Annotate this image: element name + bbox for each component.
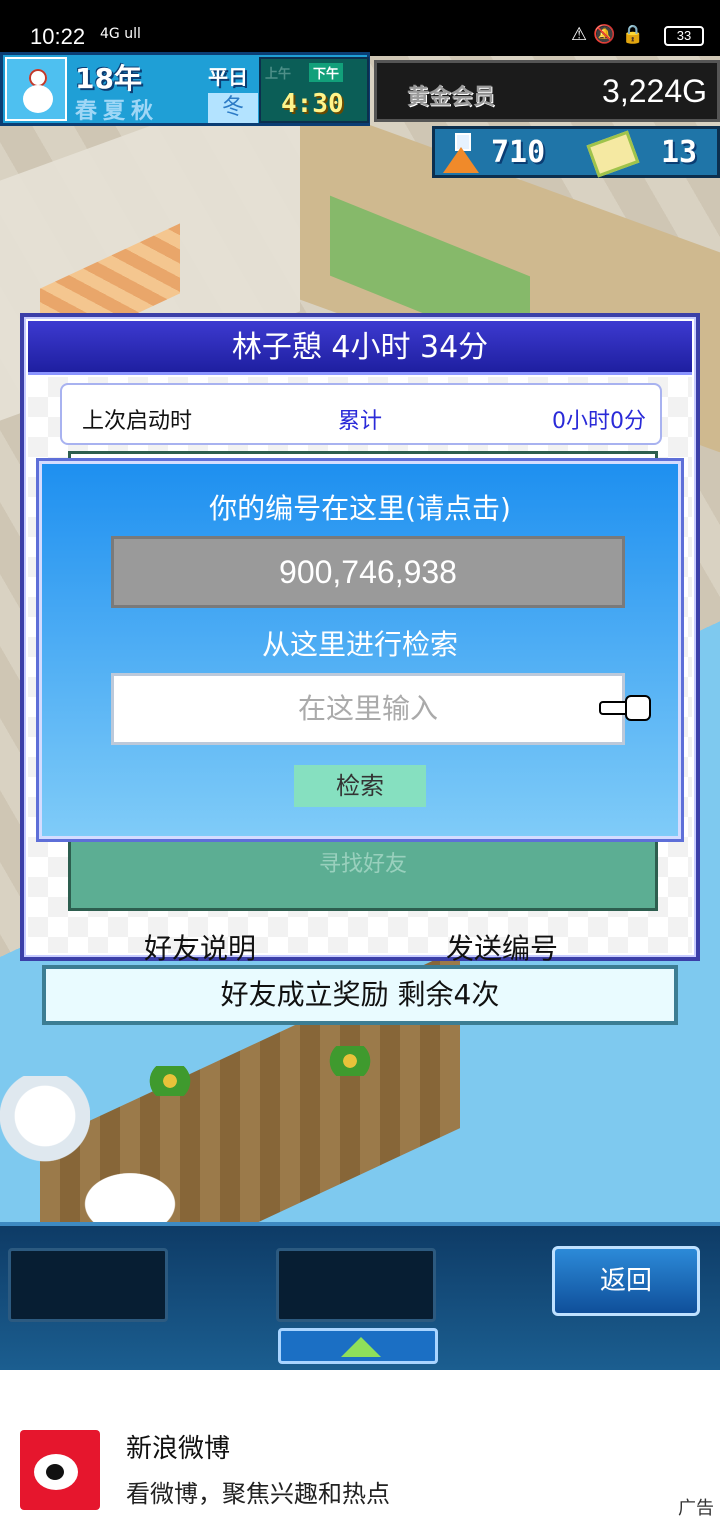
last-launch-label: 上次启动时 [82, 409, 193, 434]
avatar [5, 57, 67, 121]
send-code-button[interactable]: 发送编号 [446, 927, 558, 967]
season-track: 春夏秋 [75, 99, 160, 124]
find-friend-label: 寻找好友 [318, 852, 407, 877]
arrow-up-icon [341, 1337, 381, 1357]
toolbar-slot[interactable] [276, 1248, 436, 1322]
status-bar: 10:22 4G ull ⚠🔕🔒 33 [0, 0, 720, 56]
expand-menu-button[interactable] [278, 1328, 438, 1364]
weekday-label: 平日 [208, 65, 248, 89]
ticket-icon [586, 130, 640, 178]
flower-bed-icon [320, 1046, 380, 1076]
pointing-hand-icon [599, 693, 651, 721]
ad-tag: 广告 [678, 1498, 714, 1519]
clock-time: 4:30 [281, 89, 344, 119]
clock: 上午 下午 4:30 [259, 57, 369, 123]
ad-banner[interactable]: 新浪微博 看微博，聚焦兴趣和热点 广告 [0, 1370, 720, 1520]
snowman-icon [21, 69, 55, 113]
date-panel[interactable]: 18年 平日 春夏秋 冬 上午 下午 4:30 [0, 52, 370, 126]
bottom-toolbar: 返回 [0, 1222, 720, 1370]
ad-title: 新浪微博 [126, 1434, 231, 1464]
gold-amount: 3,224G [602, 73, 707, 109]
money-panel[interactable]: 黄金会员 3,224G [374, 60, 720, 122]
weibo-logo-icon [20, 1430, 100, 1510]
total-label: 累计 [338, 409, 383, 434]
panel-title: 林子憩 4小时 34分 [28, 321, 692, 375]
search-button[interactable]: 检索 [294, 765, 426, 807]
membership-rank: 黄金会员 [407, 85, 496, 110]
ticket-count: 13 [661, 135, 698, 170]
search-input[interactable]: 在这里输入 [111, 673, 625, 745]
status-time: 10:22 [30, 24, 86, 49]
search-title: 从这里进行检索 [261, 628, 458, 661]
resource-panel[interactable]: 710 13 [432, 126, 720, 178]
toolbar-slot[interactable] [8, 1248, 168, 1322]
flask-icon [441, 133, 481, 175]
friend-reward-bar: 好友成立奖励 剩余4次 [42, 965, 678, 1025]
pm-label: 下午 [309, 63, 344, 82]
friend-help-button[interactable]: 好友说明 [144, 927, 256, 967]
flower-bed-icon [140, 1066, 200, 1096]
research-points: 710 [491, 135, 546, 170]
player-id-field[interactable]: 900,746,938 [111, 536, 625, 608]
year-label: 18年 [75, 62, 142, 95]
snow-pile [60, 1156, 200, 1222]
am-label: 上午 [265, 67, 292, 82]
season-label: 冬 [208, 93, 258, 123]
dialog-title: 你的编号在这里(请点击) [209, 492, 511, 525]
total-value: 0小时0分 [552, 409, 646, 434]
play-time-card: 上次启动时 累计 0小时0分 [60, 383, 662, 445]
notification-icons: ⚠🔕🔒 [571, 24, 650, 45]
signal-icon: 4G ull [100, 26, 141, 42]
battery-icon: 33 [664, 26, 704, 46]
back-button[interactable]: 返回 [552, 1246, 700, 1316]
ad-subtitle: 看微博，聚焦兴趣和热点 [126, 1480, 390, 1508]
search-dialog: 你的编号在这里(请点击) 900,746,938 从这里进行检索 在这里输入 检… [36, 458, 684, 842]
